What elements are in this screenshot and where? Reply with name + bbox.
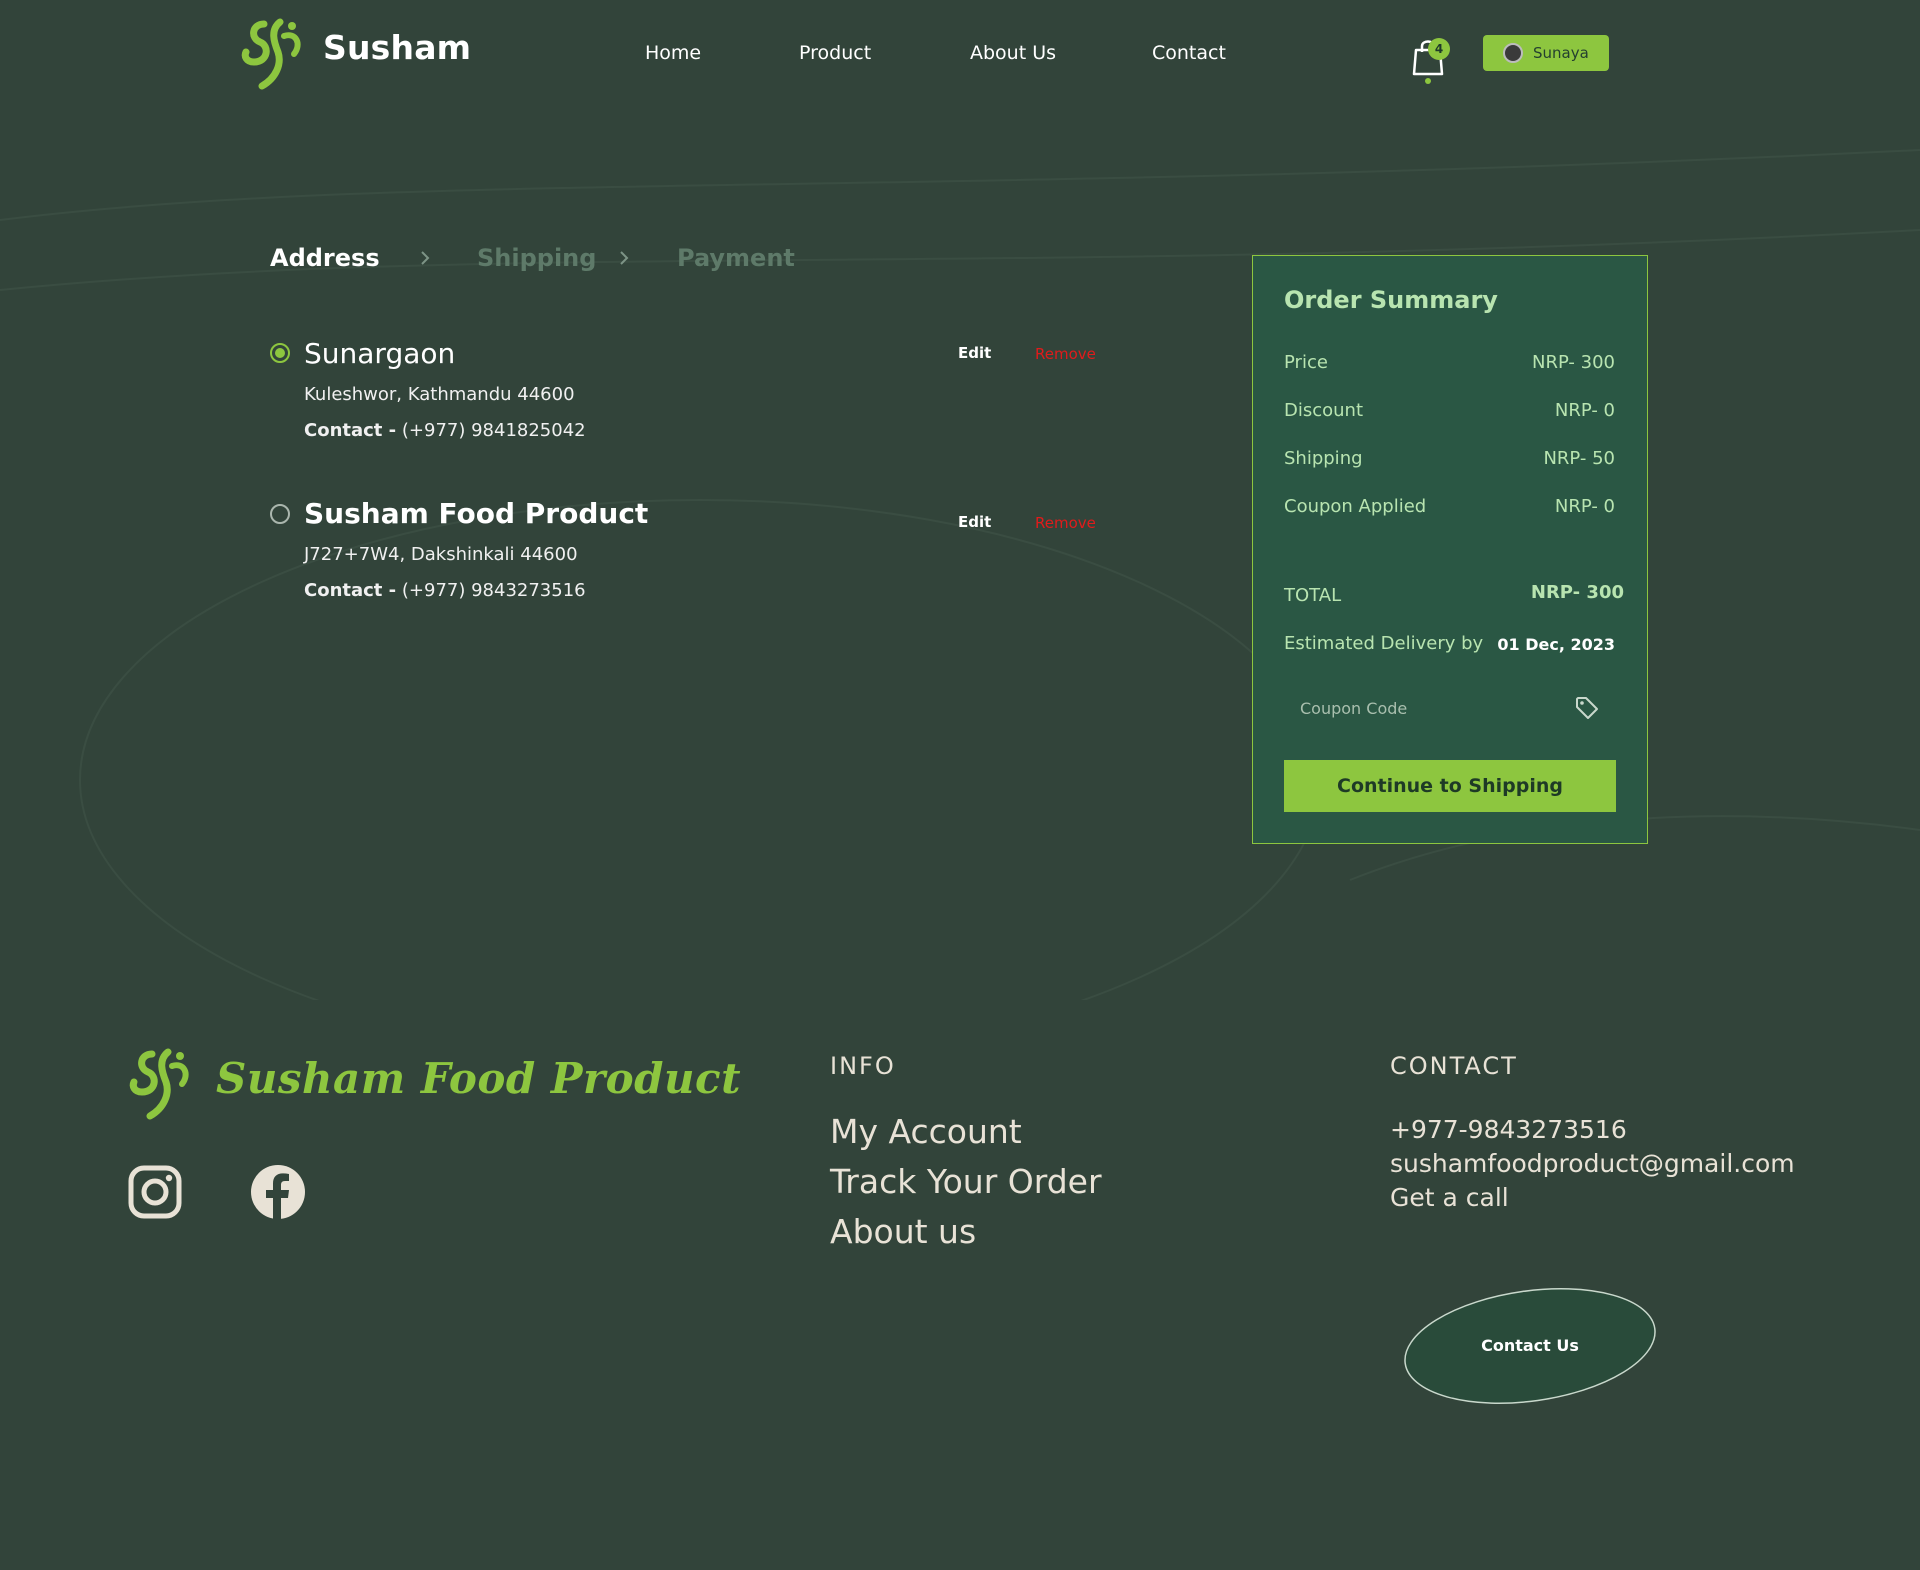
contact-label: Contact - [304, 420, 397, 441]
footer-email[interactable]: sushamfoodproduct@gmail.com [1390, 1149, 1795, 1178]
tag-icon[interactable] [1574, 695, 1600, 721]
order-summary-panel [1252, 255, 1648, 844]
total-label: TOTAL [1284, 585, 1342, 606]
chevron-right-icon [620, 251, 629, 265]
cart-count-badge: 4 [1428, 38, 1450, 60]
discount-value: NRP- 0 [1554, 400, 1615, 421]
footer-brand-name: Susham Food Product [216, 1054, 741, 1103]
total-value: NRP- 300 [1530, 582, 1624, 603]
delivery-label: Estimated Delivery by [1284, 633, 1484, 654]
delivery-date: 01 Dec, 2023 [1497, 635, 1615, 654]
contact-us-label: Contact Us [1481, 1336, 1579, 1355]
address-line: Kuleshwor, Kathmandu 44600 [304, 384, 575, 405]
address-contact: Contact - (+977) 9841825042 [304, 420, 586, 441]
footer-link-track-order[interactable]: Track Your Order [830, 1162, 1102, 1201]
footer-link-about-us[interactable]: About us [830, 1212, 976, 1251]
price-value: NRP- 300 [1531, 352, 1615, 373]
footer-get-a-call[interactable]: Get a call [1390, 1183, 1509, 1212]
price-label: Price [1284, 352, 1328, 373]
step-shipping[interactable]: Shipping [477, 244, 596, 272]
edit-address-button[interactable]: Edit [958, 513, 991, 531]
brand-name: Susham [323, 28, 472, 67]
nav-home[interactable]: Home [645, 42, 701, 64]
shipping-value: NRP- 50 [1543, 448, 1615, 469]
remove-address-button[interactable]: Remove [1035, 514, 1096, 532]
user-menu-button[interactable]: Sunaya [1483, 35, 1609, 71]
user-name: Sunaya [1533, 44, 1589, 62]
address-radio-selected[interactable] [270, 343, 290, 363]
coupon-code-input[interactable] [1284, 688, 1616, 728]
footer-logo-icon [129, 1048, 189, 1120]
contact-heading: CONTACT [1390, 1052, 1518, 1080]
info-heading: INFO [830, 1052, 896, 1080]
nav-contact[interactable]: Contact [1152, 42, 1226, 64]
discount-label: Discount [1284, 400, 1364, 421]
address-line: J727+7W4, Dakshinkali 44600 [304, 544, 578, 565]
footer-phone[interactable]: +977-9843273516 [1390, 1115, 1627, 1144]
address-name: Sunargaon [304, 337, 456, 370]
contact-label: Contact - [304, 580, 397, 601]
step-address[interactable]: Address [270, 244, 380, 272]
avatar [1503, 43, 1523, 63]
instagram-icon[interactable] [127, 1164, 183, 1220]
address-contact: Contact - (+977) 9843273516 [304, 580, 586, 601]
address-radio[interactable] [270, 504, 290, 524]
cart-indicator-dot [1425, 78, 1431, 84]
coupon-applied-label: Coupon Applied [1284, 496, 1427, 517]
footer-link-my-account[interactable]: My Account [830, 1112, 1022, 1151]
coupon-applied-value: NRP- 0 [1554, 496, 1615, 517]
address-name: Susham Food Product [304, 497, 649, 530]
continue-to-shipping-button[interactable]: Continue to Shipping [1284, 760, 1616, 812]
step-payment[interactable]: Payment [677, 244, 795, 272]
order-summary-title: Order Summary [1284, 286, 1498, 314]
nav-product[interactable]: Product [799, 42, 871, 64]
chevron-right-icon [421, 251, 430, 265]
contact-number: (+977) 9843273516 [401, 580, 586, 601]
contact-number: (+977) 9841825042 [401, 420, 586, 441]
logo-icon[interactable] [240, 16, 306, 90]
shipping-label: Shipping [1284, 448, 1363, 469]
nav-about-us[interactable]: About Us [970, 42, 1056, 64]
facebook-icon[interactable] [250, 1164, 306, 1220]
edit-address-button[interactable]: Edit [958, 344, 991, 362]
remove-address-button[interactable]: Remove [1035, 345, 1096, 363]
